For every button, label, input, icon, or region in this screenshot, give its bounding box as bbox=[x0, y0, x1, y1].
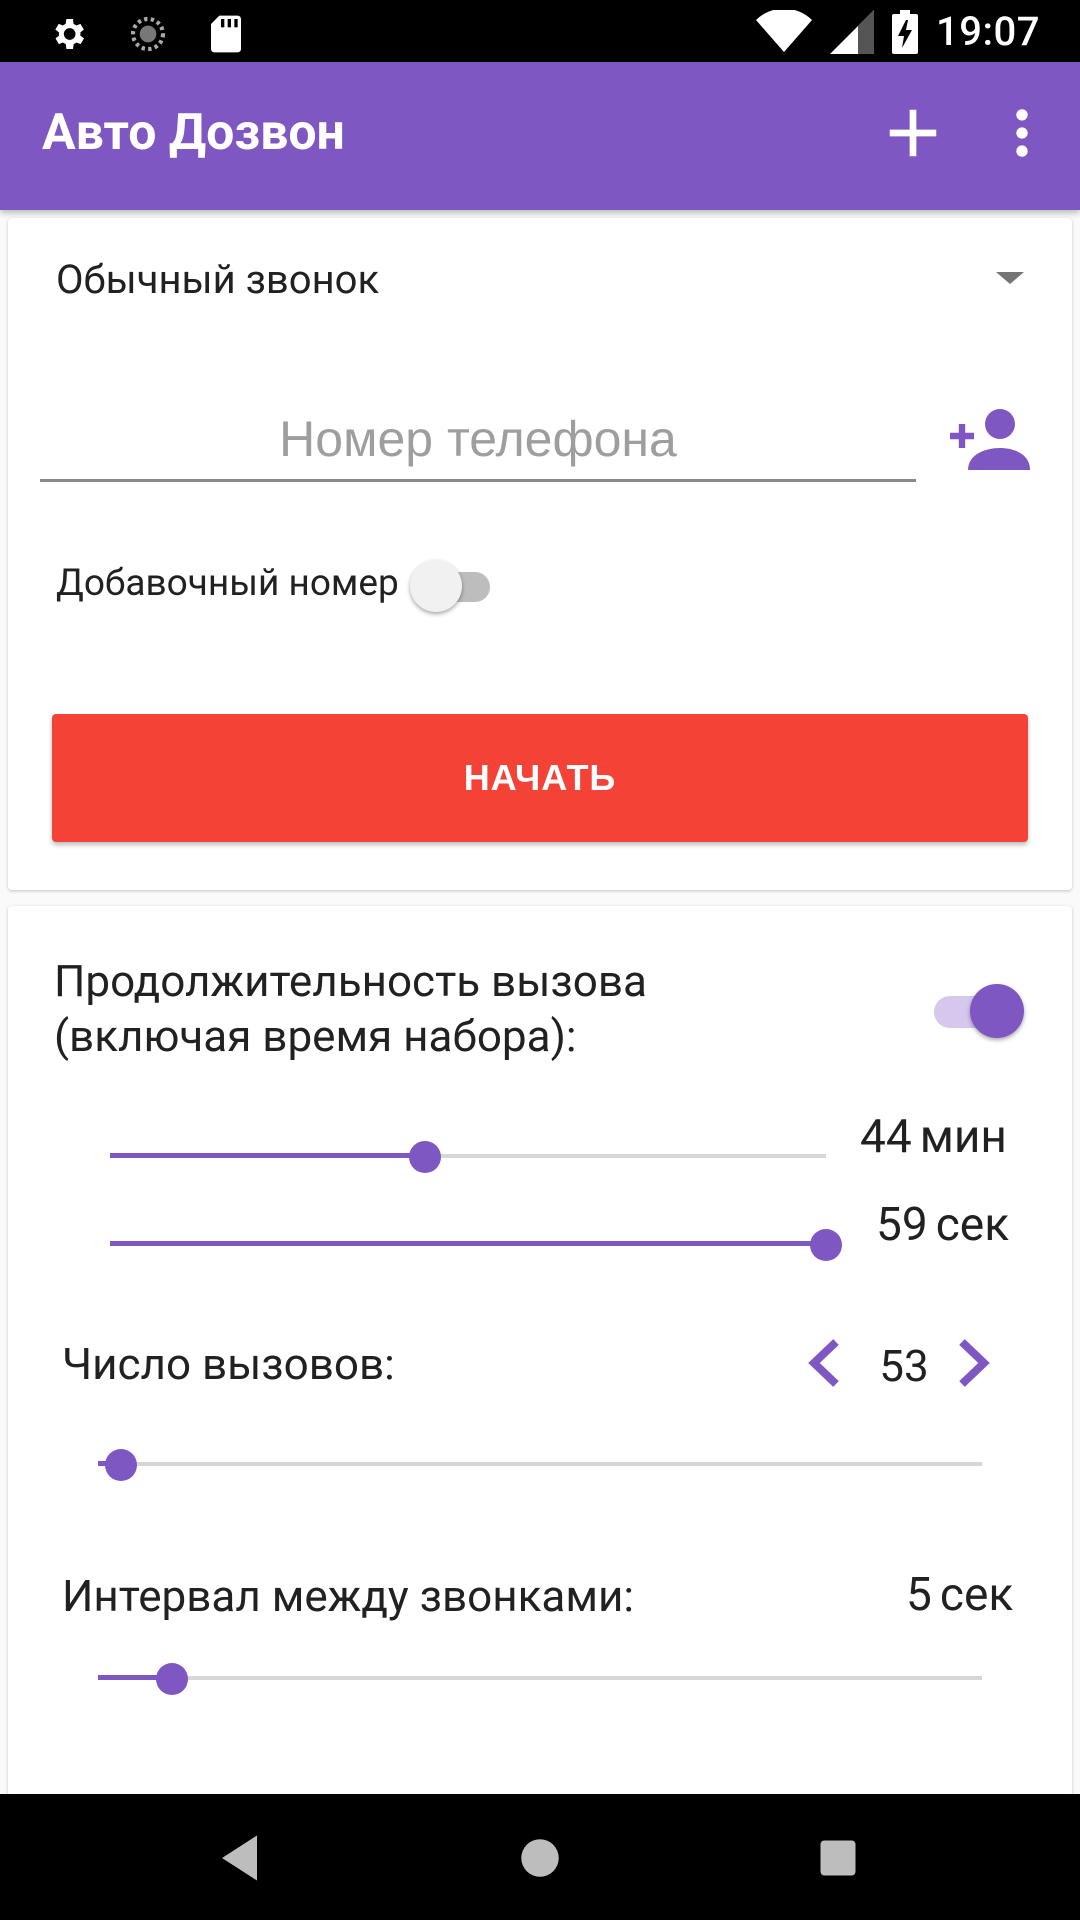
switch-thumb bbox=[970, 984, 1024, 1038]
recents-icon[interactable] bbox=[808, 1828, 868, 1888]
settings-icon bbox=[55, 19, 84, 49]
status-bar: 19:07 bbox=[0, 0, 1080, 62]
duration-switch[interactable] bbox=[928, 976, 1024, 1042]
interval-unit: сек bbox=[939, 1568, 1014, 1622]
sd-card-icon bbox=[211, 15, 241, 53]
call-type-dropdown[interactable]: Обычный звонок bbox=[56, 256, 379, 303]
duration-label: Продолжительность вызова (включая время … bbox=[54, 954, 754, 1064]
minutes-number: 44 bbox=[860, 1110, 912, 1164]
phone-number-input[interactable] bbox=[40, 398, 916, 482]
start-button[interactable]: НАЧАТЬ bbox=[52, 714, 1028, 842]
extension-switch[interactable] bbox=[410, 554, 494, 616]
seconds-unit: сек bbox=[935, 1198, 1010, 1252]
app-title: Авто Дозвон bbox=[42, 104, 345, 162]
interval-value: 5 сек bbox=[906, 1568, 1013, 1622]
switch-thumb bbox=[410, 560, 462, 612]
chevron-right-icon[interactable] bbox=[954, 1336, 994, 1390]
status-clock: 19:07 bbox=[936, 8, 1040, 55]
duration-label-line2: (включая время набора): bbox=[54, 1010, 577, 1062]
chevron-left-icon[interactable] bbox=[804, 1336, 844, 1390]
minutes-slider[interactable] bbox=[110, 1136, 826, 1176]
sync-icon bbox=[130, 16, 166, 52]
seconds-value: 59 сек bbox=[876, 1198, 1009, 1252]
home-icon[interactable] bbox=[510, 1828, 570, 1888]
seconds-slider[interactable] bbox=[110, 1224, 842, 1264]
wifi-icon bbox=[756, 9, 813, 52]
minutes-unit: мин bbox=[919, 1110, 1007, 1164]
extension-label: Добавочный номер bbox=[56, 562, 399, 605]
interval-number: 5 bbox=[906, 1568, 932, 1622]
call-card: Обычный звонок Добавочный номер НАЧАТЬ bbox=[8, 218, 1072, 890]
cell-signal-icon bbox=[830, 9, 875, 54]
add-icon[interactable] bbox=[882, 102, 944, 164]
app-bar: Авто Дозвон bbox=[0, 62, 1080, 210]
interval-label: Интервал между звонками: bbox=[62, 1570, 635, 1622]
duration-label-line1: Продолжительность вызова bbox=[54, 955, 647, 1007]
interval-slider[interactable] bbox=[98, 1658, 982, 1698]
navigation-bar bbox=[0, 1794, 1080, 1920]
settings-card: Продолжительность вызова (включая время … bbox=[8, 906, 1072, 1796]
calls-count-label: Число вызовов: bbox=[62, 1338, 395, 1390]
more-vert-icon[interactable] bbox=[1002, 102, 1042, 164]
add-contact-icon[interactable] bbox=[948, 408, 1030, 470]
battery-charging-icon bbox=[892, 9, 919, 54]
back-icon[interactable] bbox=[212, 1828, 272, 1888]
calls-count-slider[interactable] bbox=[98, 1444, 982, 1484]
dropdown-arrow-icon[interactable] bbox=[996, 270, 1024, 286]
calls-count-value: 53 bbox=[879, 1340, 929, 1392]
minutes-value: 44 мин bbox=[860, 1110, 1007, 1164]
seconds-number: 59 bbox=[876, 1198, 928, 1252]
